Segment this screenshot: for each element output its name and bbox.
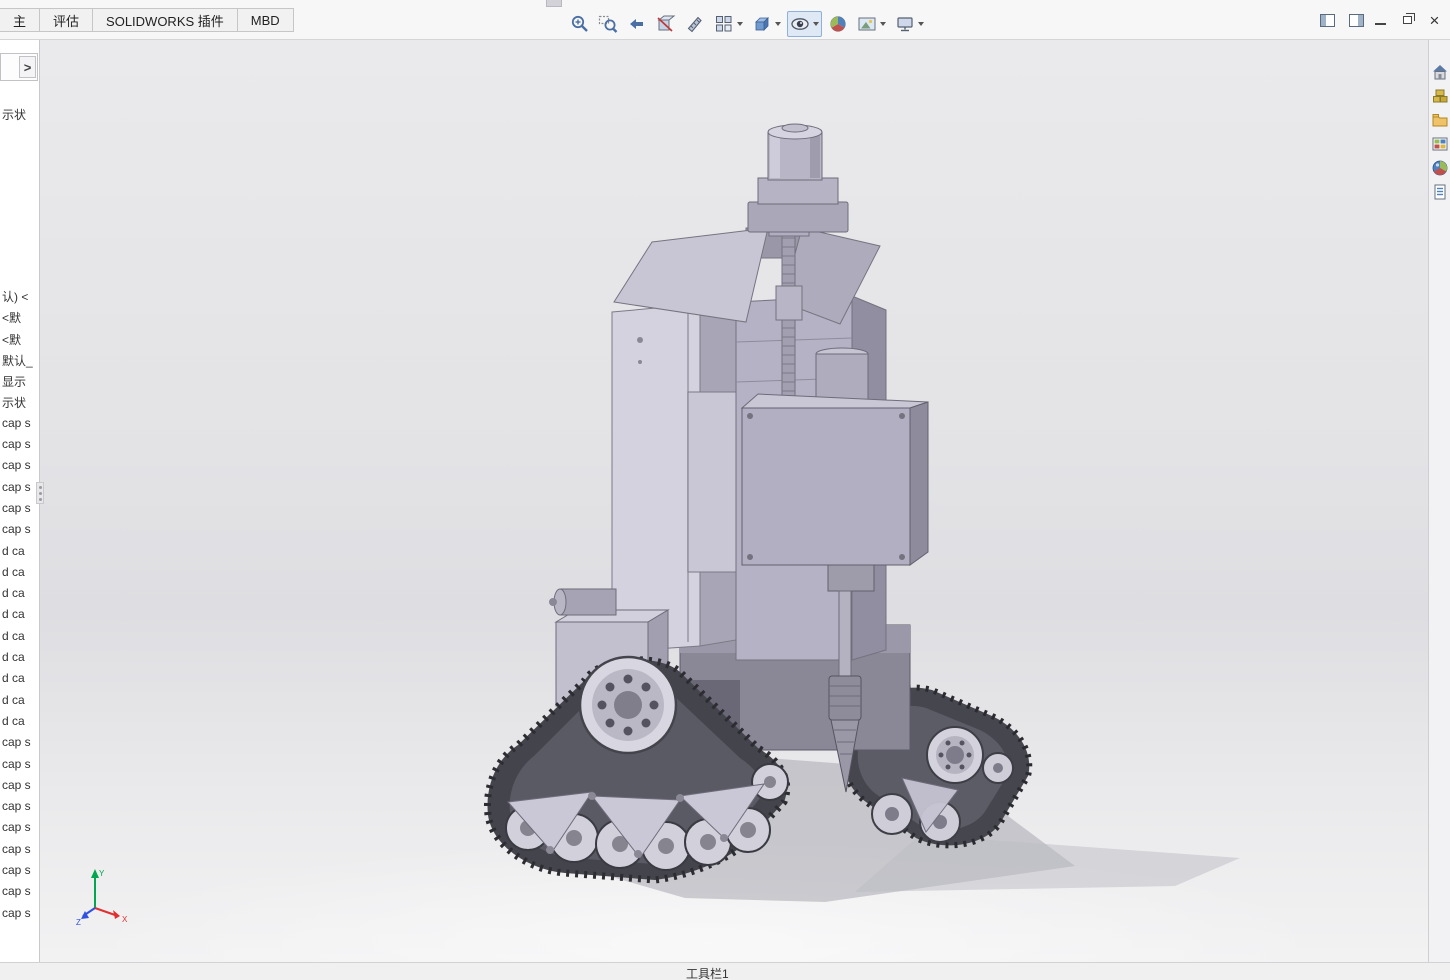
chevron-down-icon[interactable] — [880, 22, 886, 26]
tree-item[interactable]: cap s — [2, 863, 39, 884]
view-settings-icon[interactable] — [892, 11, 927, 37]
triad-x-label: X — [122, 915, 128, 924]
tree-item[interactable]: <默 — [2, 331, 39, 352]
tree-item[interactable]: cap s — [2, 906, 39, 927]
chevron-down-icon[interactable] — [918, 22, 924, 26]
tree-item[interactable]: cap s — [2, 480, 39, 501]
tree-item[interactable]: cap s — [2, 458, 39, 479]
measure-icon[interactable] — [682, 11, 708, 37]
design-library-icon[interactable] — [1430, 86, 1450, 106]
graphics-viewport[interactable]: Y X Z — [40, 40, 1428, 962]
chevron-down-icon[interactable] — [775, 22, 781, 26]
feature-tree-strip: > 示状 认) < <默 <默 默认_ 显示 示状 cap s cap s ca… — [0, 40, 40, 962]
tree-item[interactable]: cap s — [2, 437, 39, 458]
robot-assembly-model[interactable] — [40, 40, 1428, 962]
commandmanager-tab[interactable]: 评估 — [40, 8, 94, 32]
tree-item[interactable]: cap s — [2, 778, 39, 799]
commandmanager-tabs: 主 评估 SOLIDWORKS 插件 MBD — [0, 8, 294, 32]
tree-item[interactable]: d ca — [2, 714, 39, 735]
tree-item[interactable]: 示状 — [2, 106, 26, 127]
tree-item[interactable]: d ca — [2, 607, 39, 628]
display-style-icon[interactable] — [749, 11, 784, 37]
tree-item[interactable]: d ca — [2, 671, 39, 692]
triad-z-label: Z — [76, 918, 81, 926]
commandmanager-tab[interactable]: SOLIDWORKS 插件 — [93, 8, 238, 32]
view-orientation-icon[interactable] — [711, 11, 746, 37]
task-pane — [1428, 40, 1450, 962]
close-icon: × — [1429, 10, 1440, 30]
view-palette-icon[interactable] — [1430, 134, 1450, 154]
tree-item[interactable]: cap s — [2, 416, 39, 437]
tree-item[interactable]: 认) < — [2, 288, 39, 309]
zoom-area-icon[interactable] — [595, 11, 621, 37]
solidworks-resources-icon[interactable] — [1430, 62, 1450, 82]
tree-item[interactable]: d ca — [2, 693, 39, 714]
tree-item[interactable]: 示状 — [2, 394, 39, 415]
custom-properties-icon[interactable] — [1430, 182, 1450, 202]
expand-pane-icon[interactable] — [1349, 14, 1364, 27]
close-button[interactable]: × — [1421, 8, 1448, 32]
headsup-view-toolbar — [566, 11, 927, 37]
tree-item[interactable]: cap s — [2, 757, 39, 778]
file-explorer-icon[interactable] — [1430, 110, 1450, 130]
zoom-fit-icon[interactable] — [566, 11, 592, 37]
commandmanager-tab[interactable]: MBD — [237, 8, 294, 32]
minimize-icon — [1375, 23, 1386, 25]
status-text: 工具栏1 — [686, 967, 729, 980]
tree-item[interactable]: d ca — [2, 565, 39, 586]
pane-toggle-buttons — [1320, 14, 1364, 27]
minimize-button[interactable] — [1367, 8, 1394, 32]
section-view-icon[interactable] — [653, 11, 679, 37]
window-controls: × — [1367, 8, 1448, 32]
command-bar: 主 评估 SOLIDWORKS 插件 MBD × — [0, 0, 1450, 40]
tree-item[interactable]: cap s — [2, 842, 39, 863]
restore-button[interactable] — [1394, 8, 1421, 32]
tree-item[interactable]: cap s — [2, 884, 39, 905]
appearances-scenes-icon[interactable] — [1430, 158, 1450, 178]
tree-item[interactable]: <默 — [2, 309, 39, 330]
tree-item[interactable]: cap s — [2, 799, 39, 820]
tree-item[interactable]: 默认_ — [2, 352, 39, 373]
panel-splitter[interactable] — [36, 482, 44, 504]
previous-view-icon[interactable] — [624, 11, 650, 37]
tree-item[interactable]: d ca — [2, 650, 39, 671]
status-bar: 工具栏1 — [0, 962, 1450, 980]
chevron-down-icon[interactable] — [737, 22, 743, 26]
tree-item[interactable]: 显示 — [2, 373, 39, 394]
collapse-pane-icon[interactable] — [1320, 14, 1335, 27]
tree-item[interactable]: cap s — [2, 735, 39, 756]
tree-item[interactable]: d ca — [2, 629, 39, 650]
tree-item[interactable]: cap s — [2, 820, 39, 841]
hide-show-items-icon[interactable] — [787, 11, 822, 37]
orientation-triad: Y X Z — [76, 869, 128, 926]
chevron-down-icon[interactable] — [813, 22, 819, 26]
feature-tree: 认) < <默 <默 默认_ 显示 示状 cap s cap s cap s c… — [2, 288, 39, 927]
tree-item[interactable]: cap s — [2, 522, 39, 543]
tree-item[interactable]: cap s — [2, 501, 39, 522]
expand-panel-button[interactable]: > — [19, 56, 36, 78]
restore-icon — [1403, 13, 1415, 24]
solidworks-window: 主 评估 SOLIDWORKS 插件 MBD × > 示状 认) < <默 <默… — [0, 0, 1450, 980]
partial-quickaccess-icon — [546, 0, 562, 7]
commandmanager-tab[interactable]: 主 — [0, 8, 41, 32]
triad-y-label: Y — [99, 869, 105, 878]
tree-item[interactable]: d ca — [2, 544, 39, 565]
featuremanager-header: > — [0, 53, 38, 81]
edit-appearance-icon[interactable] — [825, 11, 851, 37]
apply-scene-icon[interactable] — [854, 11, 889, 37]
tree-item[interactable]: d ca — [2, 586, 39, 607]
